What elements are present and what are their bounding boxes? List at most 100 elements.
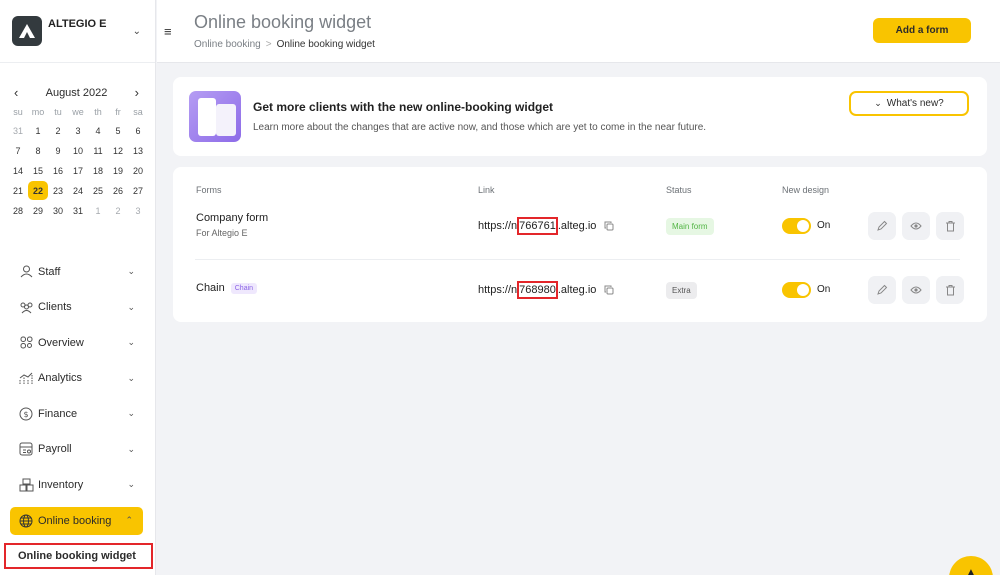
sidebar: ALTEGIO E ⌄ ‹ August 2022 › su mo tu we th fr… (0, 0, 156, 575)
chevron-down-icon: ⌄ (127, 443, 135, 454)
sidebar-menu: Staff ⌄ Clients ⌄ Overview ⌄ Analytics ⌄… (0, 254, 155, 569)
svg-text:$: $ (23, 410, 28, 419)
sidebar-item-label: Payroll (38, 443, 72, 456)
sidebar-item-online-booking[interactable]: Online booking ⌃ (10, 506, 143, 535)
clients-icon (18, 299, 34, 315)
chevron-down-icon: ⌄ (127, 266, 135, 277)
menu-toggle-icon[interactable]: ≡ (164, 24, 172, 39)
copy-icon[interactable] (604, 221, 614, 231)
globe-icon (18, 513, 34, 529)
sidebar-item-analytics[interactable]: Analytics ⌄ (0, 361, 155, 397)
chain-badge: Chain (230, 282, 258, 294)
sidebar-item-clients[interactable]: Clients ⌄ (0, 290, 155, 326)
calendar-day[interactable]: 31 (8, 121, 28, 140)
sidebar-item-inventory[interactable]: Inventory ⌄ (0, 467, 155, 503)
calendar-day[interactable]: 1 (28, 121, 48, 140)
analytics-icon (18, 370, 34, 386)
add-form-button[interactable]: Add a form (873, 18, 971, 43)
chevron-down-icon[interactable]: ⌄ (133, 26, 141, 37)
calendar-day[interactable]: 22 (28, 181, 48, 200)
sidebar-item-label: Overview (38, 336, 84, 349)
sidebar-item-payroll[interactable]: Payroll ⌄ (0, 432, 155, 468)
new-design-toggle[interactable] (782, 282, 811, 298)
calendar-day[interactable]: 14 (8, 161, 28, 180)
calendar-day[interactable]: 11 (88, 141, 108, 160)
calendar-day[interactable]: 27 (128, 181, 148, 200)
calendar-day[interactable]: 25 (88, 181, 108, 200)
calendar-month: August 2022 (45, 86, 108, 99)
calendar-day[interactable]: 18 (88, 161, 108, 180)
calendar-day[interactable]: 16 (48, 161, 68, 180)
calendar-day[interactable]: 2 (48, 121, 68, 140)
calendar-day[interactable]: 6 (128, 121, 148, 140)
chevron-down-icon: ⌄ (127, 337, 135, 348)
calendar-day[interactable]: 10 (68, 141, 88, 160)
prev-month-button[interactable]: ‹ (14, 85, 18, 100)
form-link[interactable]: https://n 766761 .alteg.io (478, 217, 614, 235)
sidebar-item-finance[interactable]: $ Finance ⌄ (0, 396, 155, 432)
top-bar: ≡ Online booking widget Online booking > O… (157, 0, 1000, 63)
sidebar-subitem-online-booking-widget[interactable]: Online booking widget (4, 542, 153, 569)
banner-title: Get more clients with the new online-boo… (253, 100, 554, 114)
eye-icon (910, 286, 922, 294)
next-month-button[interactable]: › (135, 85, 139, 100)
calendar-day[interactable]: 31 (68, 201, 88, 220)
banner-subtitle: Learn more about the changes that are ac… (253, 122, 707, 133)
trash-icon (945, 285, 955, 296)
form-subtitle: For Altegio E (196, 228, 248, 238)
page-title: Online booking widget (194, 12, 372, 32)
calendar-day[interactable]: 28 (8, 201, 28, 220)
calendar-day[interactable]: 8 (28, 141, 48, 160)
weekday-label: mo (31, 107, 45, 117)
person-icon (18, 264, 34, 280)
column-header-new-design: New design (782, 185, 830, 195)
form-link[interactable]: https://n 768980 .alteg.io (478, 281, 614, 299)
calendar-day[interactable]: 30 (48, 201, 68, 220)
company-switcher[interactable]: ALTEGIO E ⌄ (0, 0, 155, 63)
calendar-day[interactable]: 13 (128, 141, 148, 160)
calendar-day[interactable]: 19 (108, 161, 128, 180)
table-row: Chain Chain https://n 768980 .alteg.io Extr… (195, 259, 964, 319)
calendar-day[interactable]: 3 (68, 121, 88, 140)
edit-button[interactable] (868, 212, 896, 240)
calendar-day[interactable]: 20 (128, 161, 148, 180)
preview-button[interactable] (902, 212, 930, 240)
calendar-day[interactable]: 23 (48, 181, 68, 200)
calendar-day[interactable]: 21 (8, 181, 28, 200)
help-chat-button[interactable]: ▲ (949, 556, 993, 575)
calendar-day[interactable]: 24 (68, 181, 88, 200)
calendar-day[interactable]: 5 (108, 121, 128, 140)
link-id-highlight: 766761 (517, 217, 558, 235)
delete-button[interactable] (936, 276, 964, 304)
preview-button[interactable] (902, 276, 930, 304)
weekday-label: fr (115, 107, 121, 117)
weekday-label: th (94, 107, 102, 117)
edit-button[interactable] (868, 276, 896, 304)
payroll-icon (18, 441, 34, 457)
breadcrumb-link[interactable]: Online booking (194, 39, 261, 50)
chevron-down-icon: ⌄ (127, 479, 135, 490)
sidebar-item-staff[interactable]: Staff ⌄ (0, 254, 155, 290)
weekday-label: sa (133, 107, 143, 117)
calendar-day[interactable]: 3 (128, 201, 148, 220)
calendar-day[interactable]: 9 (48, 141, 68, 160)
delete-button[interactable] (936, 212, 964, 240)
calendar-day[interactable]: 12 (108, 141, 128, 160)
whats-new-button[interactable]: ⌄ What's new? (849, 91, 969, 116)
new-design-toggle[interactable] (782, 218, 811, 234)
calendar-day[interactable]: 17 (68, 161, 88, 180)
calendar-day[interactable]: 26 (108, 181, 128, 200)
calendar-day[interactable]: 2 (108, 201, 128, 220)
calendar-day[interactable]: 29 (28, 201, 48, 220)
calendar-day[interactable]: 4 (88, 121, 108, 140)
calendar-day[interactable]: 7 (8, 141, 28, 160)
weekday-label: we (72, 107, 84, 117)
chevron-down-icon: ⌄ (127, 408, 135, 419)
sidebar-item-label: Clients (38, 301, 72, 314)
sidebar-item-overview[interactable]: Overview ⌄ (0, 325, 155, 361)
link-id-highlight: 768980 (517, 281, 558, 299)
column-header-status: Status (666, 185, 692, 195)
calendar-day[interactable]: 1 (88, 201, 108, 220)
calendar-day[interactable]: 15 (28, 161, 48, 180)
copy-icon[interactable] (604, 285, 614, 295)
